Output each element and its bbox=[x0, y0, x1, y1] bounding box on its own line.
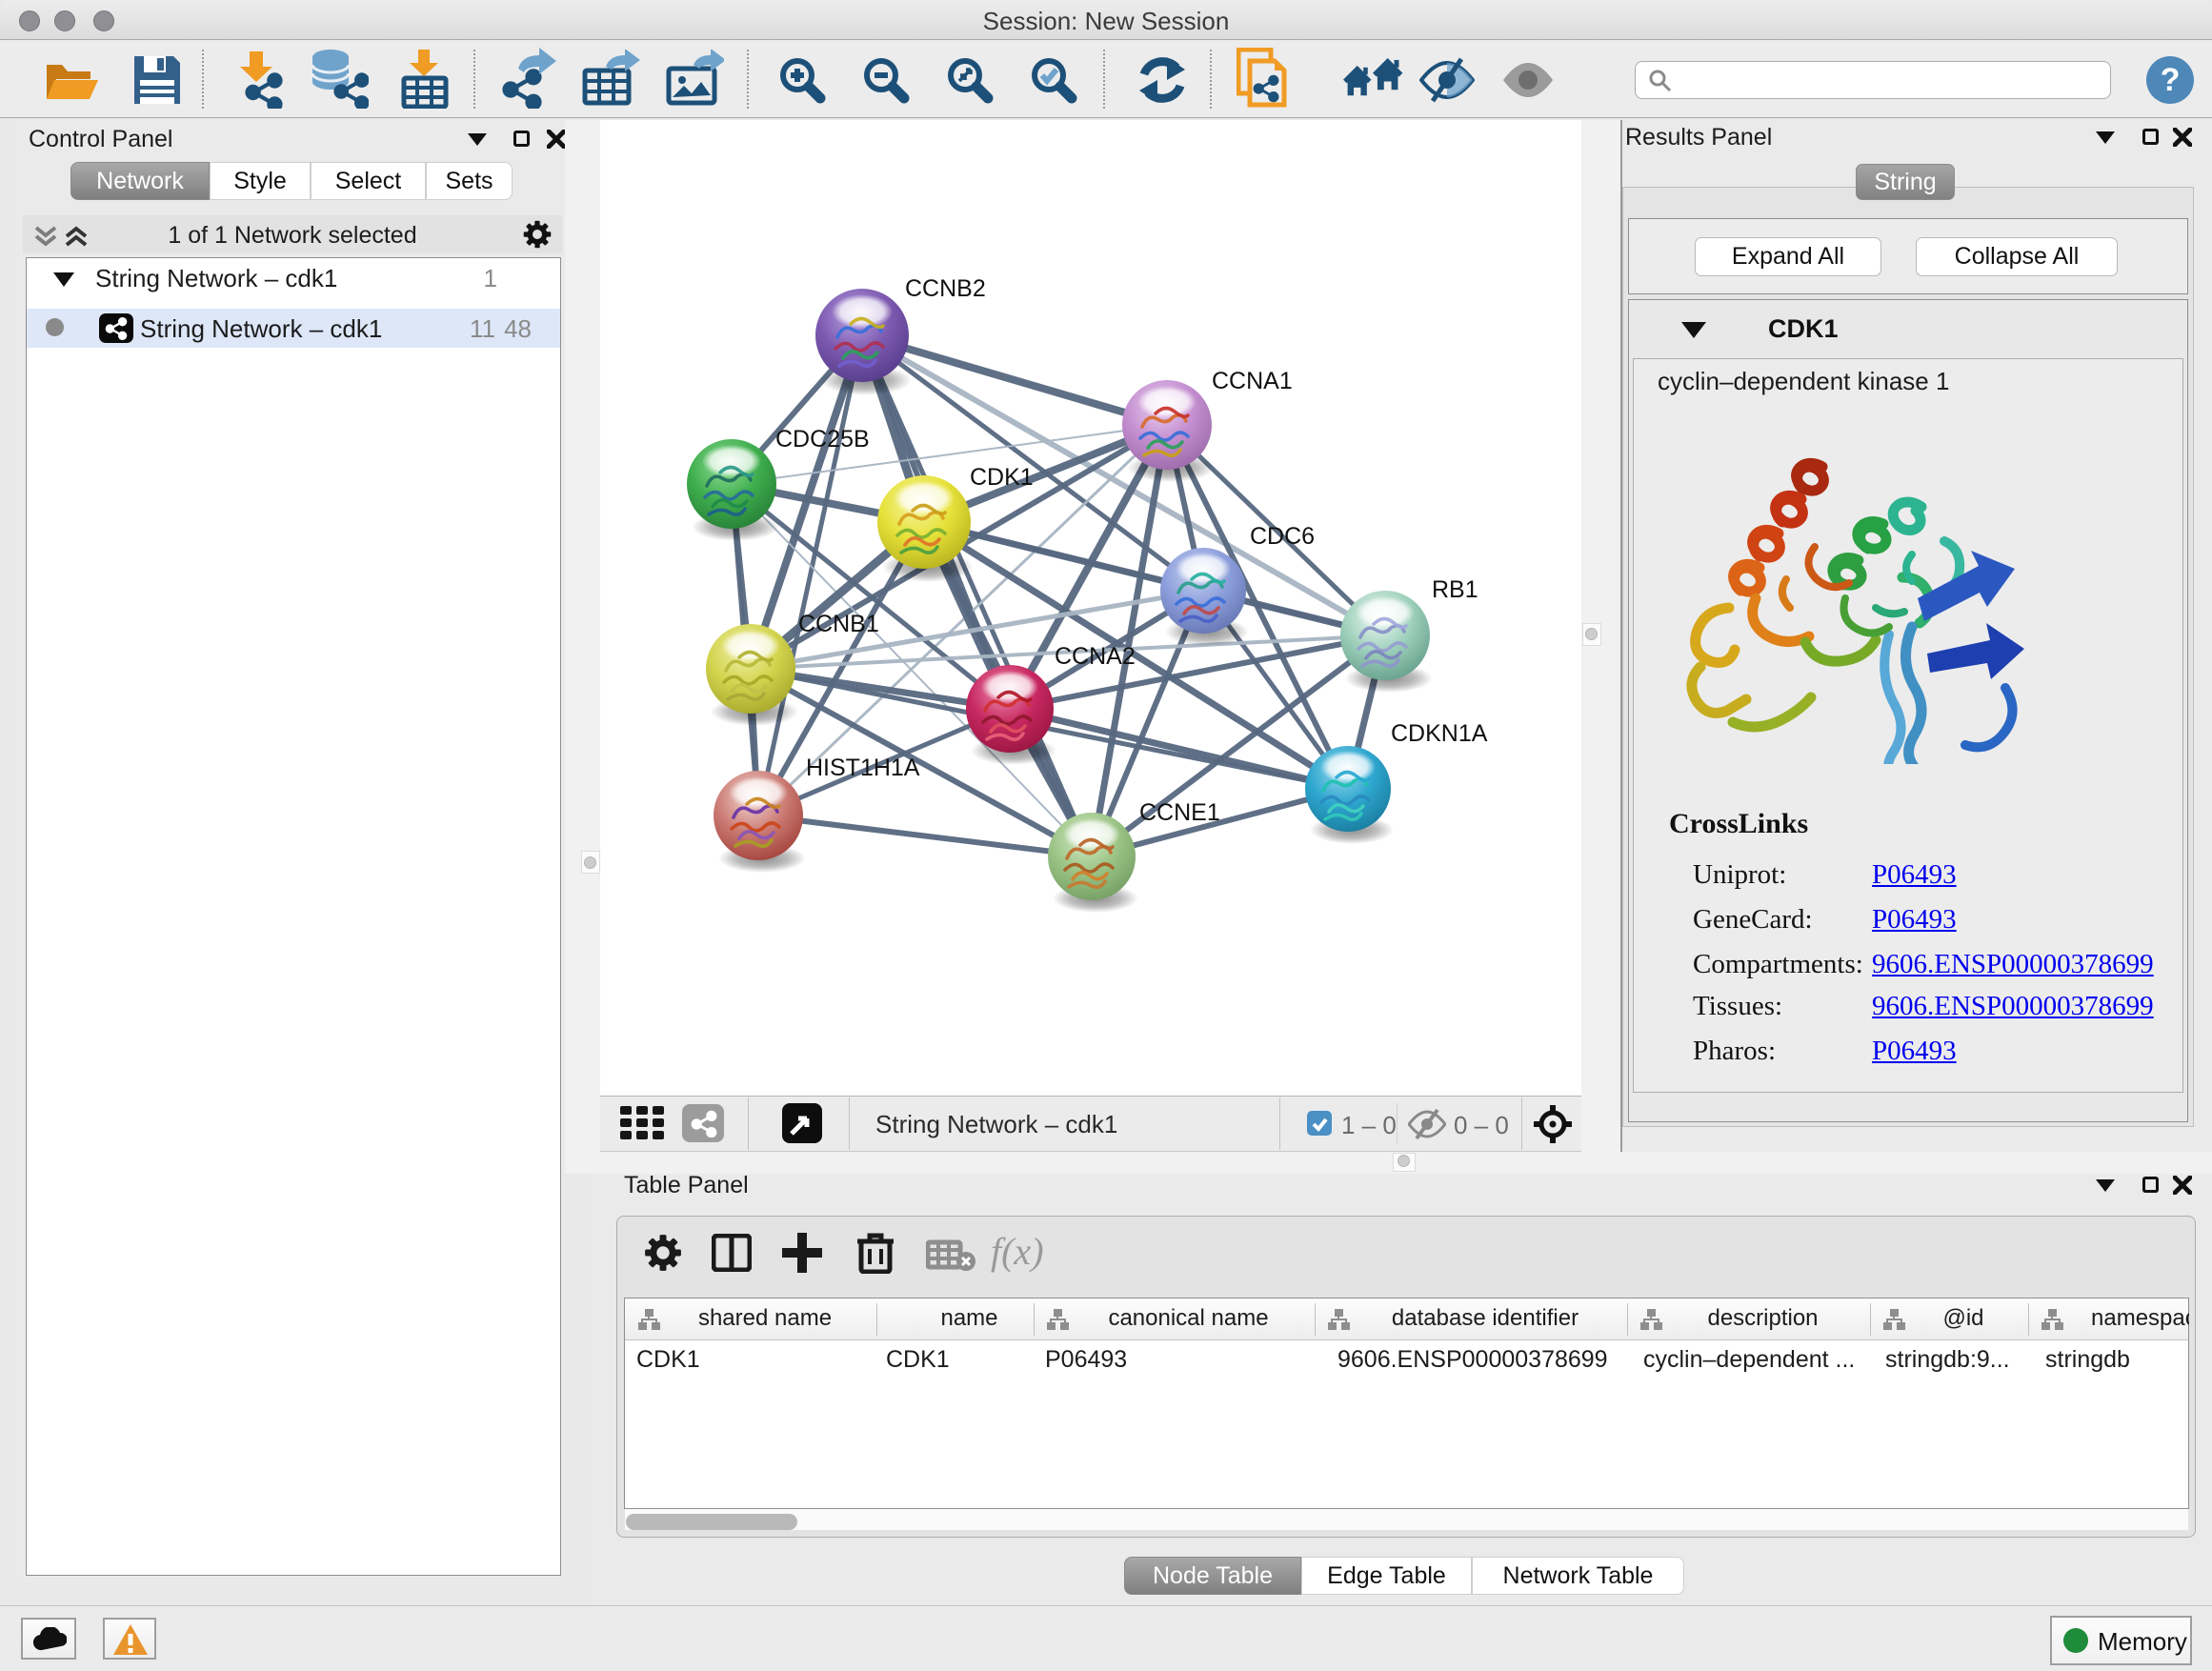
svg-text:CCNB1: CCNB1 bbox=[798, 611, 879, 637]
svg-text:CDK1: CDK1 bbox=[970, 464, 1034, 491]
svg-text:HIST1H1A: HIST1H1A bbox=[806, 755, 920, 781]
svg-text:CDC25B: CDC25B bbox=[775, 426, 870, 453]
svg-text:CCNB2: CCNB2 bbox=[905, 275, 986, 302]
svg-text:CCNE1: CCNE1 bbox=[1139, 799, 1220, 826]
svg-text:CDC6: CDC6 bbox=[1250, 523, 1315, 550]
svg-text:CCNA1: CCNA1 bbox=[1212, 368, 1293, 394]
svg-text:CDKN1A: CDKN1A bbox=[1391, 720, 1488, 747]
svg-text:CCNA2: CCNA2 bbox=[1055, 643, 1136, 670]
svg-text:RB1: RB1 bbox=[1432, 576, 1478, 603]
